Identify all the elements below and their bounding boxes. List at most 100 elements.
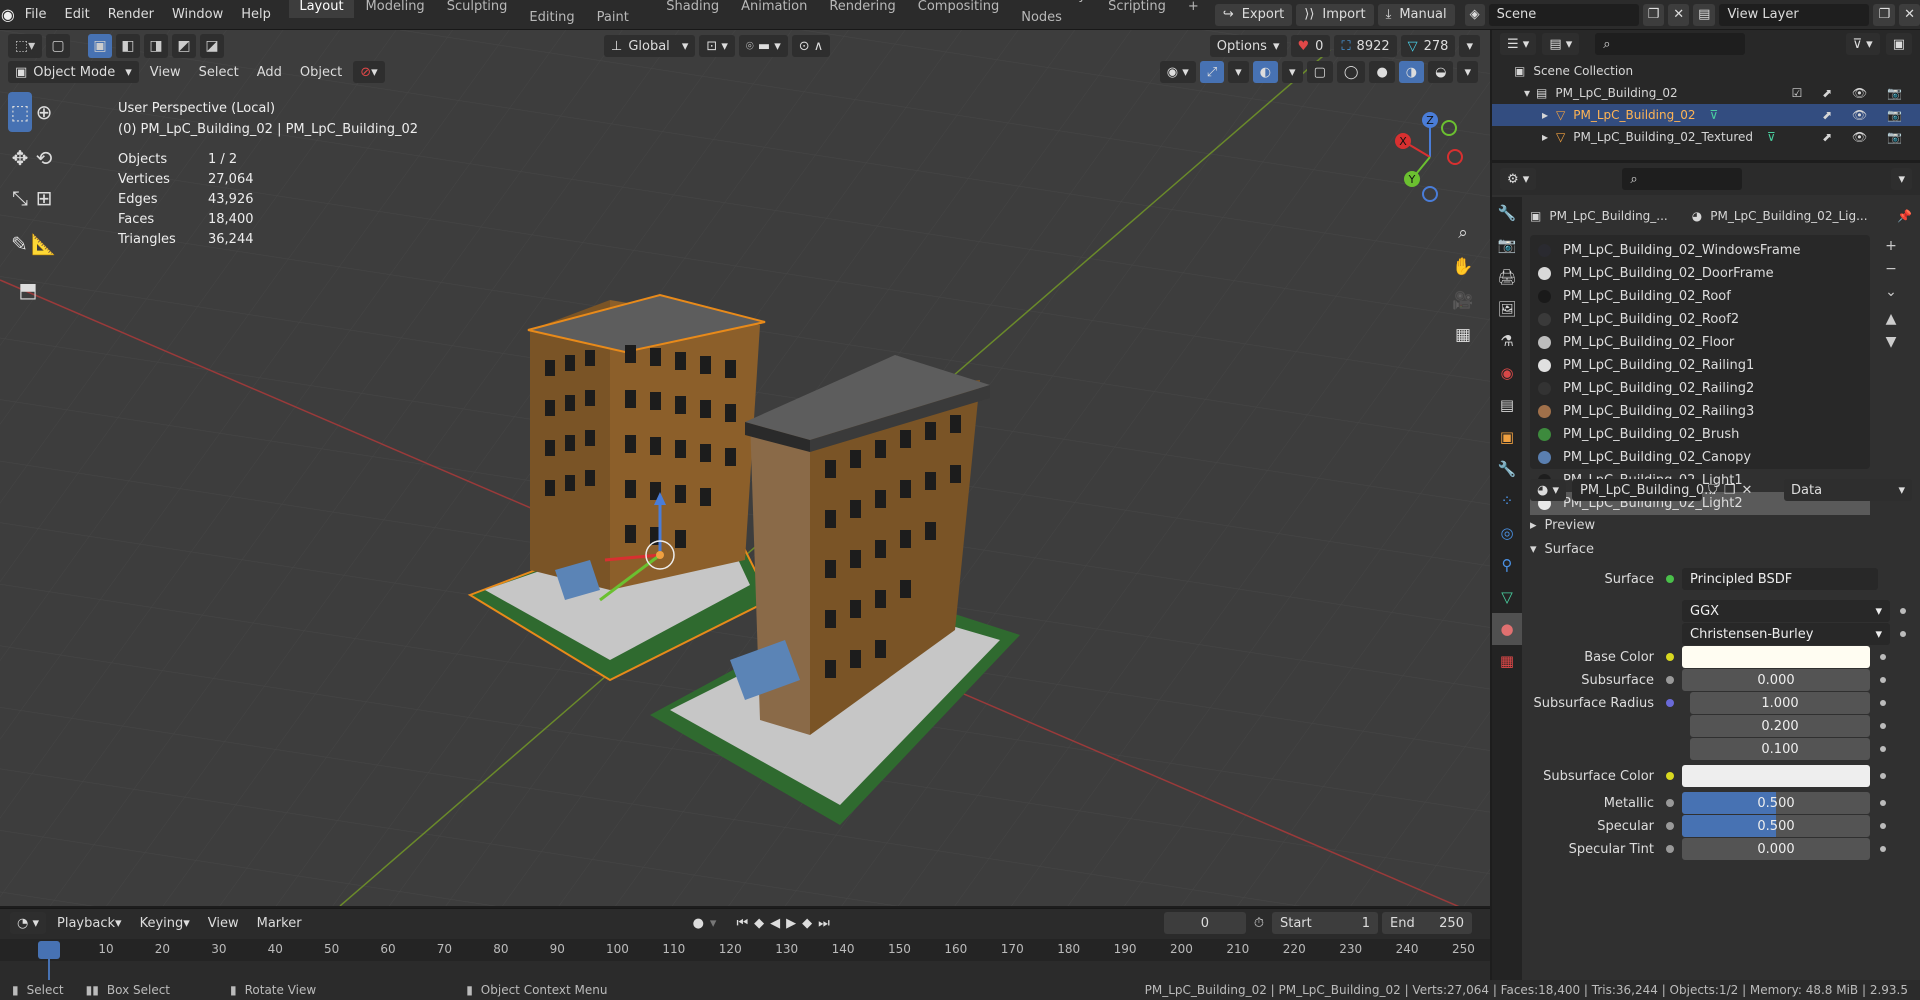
collection-toggles[interactable]: ☑ ⬈ 👁 📷 xyxy=(1792,86,1910,100)
menu-keying[interactable]: Keying ▾ xyxy=(133,912,197,934)
list-item[interactable]: PM_LpC_Building_02_DoorFrame xyxy=(1530,262,1870,285)
menu-view[interactable]: View xyxy=(143,61,188,83)
gizmo-neg-x[interactable] xyxy=(1447,149,1463,165)
object-tab-icon[interactable]: ▣ xyxy=(1492,421,1522,453)
new-collection-icon[interactable]: ▣ xyxy=(1885,33,1912,55)
start-frame-field[interactable]: Start 1 xyxy=(1271,912,1378,934)
texture-tab-icon[interactable]: ▦ xyxy=(1492,645,1522,677)
keyframe-dot-icon[interactable] xyxy=(1880,677,1886,683)
menu-edit[interactable]: Edit xyxy=(56,0,99,30)
tab-rendering[interactable]: Rendering xyxy=(819,0,905,18)
tab-modeling[interactable]: Modeling xyxy=(356,0,435,18)
view-layer-tab-icon[interactable]: 🖼 xyxy=(1492,293,1522,325)
shading-solid-icon[interactable]: ● xyxy=(1369,61,1395,83)
display-mode-icon[interactable]: ▤ ▾ xyxy=(1542,33,1580,55)
material-tab-icon[interactable]: ● xyxy=(1492,613,1522,645)
properties-editor-icon[interactable]: ⚙ ▾ xyxy=(1500,168,1537,190)
tree-row-object-selected[interactable]: ▸ ▽ PM_LpC_Building_02 ⊽ ⬈ 👁 📷 xyxy=(1492,104,1920,126)
physics-tab-icon[interactable]: ◎ xyxy=(1492,517,1522,549)
tab-scripting[interactable]: Scripting xyxy=(1098,0,1176,18)
subsurface-method-dropdown[interactable]: Christensen-Burley ▾ xyxy=(1682,623,1890,645)
play-icon[interactable]: ▶ xyxy=(786,916,796,931)
keyframe-dot-icon[interactable] xyxy=(1900,631,1906,637)
scene-browse-button[interactable]: ◈ xyxy=(1464,3,1485,26)
current-frame-field[interactable]: 0 xyxy=(1163,912,1246,934)
select-invert-icon[interactable]: ◩ xyxy=(172,34,196,58)
tab-compositing[interactable]: Compositing xyxy=(908,0,1010,18)
link-dropdown[interactable]: Data ▾ xyxy=(1784,479,1912,501)
view-layer-browse-button[interactable]: ▤ xyxy=(1693,3,1716,26)
slot-menu-icon[interactable]: ⌄ xyxy=(1874,281,1908,304)
addon-dropdown[interactable]: ▾ xyxy=(1459,35,1480,57)
pan-hand-icon[interactable]: ✋ xyxy=(1448,250,1478,284)
add-slot-icon[interactable]: + xyxy=(1874,235,1908,258)
browse-material-icon[interactable]: ◕ ▾ xyxy=(1530,479,1567,501)
overlay-dropdown[interactable]: ▾ xyxy=(1282,61,1303,83)
cursor-tool-icon[interactable]: ⊕ xyxy=(32,92,56,132)
next-keyframe-icon[interactable]: ◆ xyxy=(802,916,812,931)
output-tab-icon[interactable]: 🖨 xyxy=(1492,261,1522,293)
add-cube-tool-icon[interactable]: ⬒ xyxy=(8,270,48,310)
overlay-toggle[interactable]: ◐ xyxy=(1252,61,1279,83)
export-button[interactable]: ↪ Export xyxy=(1214,3,1293,26)
keyframe-dot-icon[interactable] xyxy=(1880,800,1886,806)
gizmo-neg-y[interactable] xyxy=(1441,120,1457,136)
object-toggles[interactable]: ⬈ 👁 📷 xyxy=(1822,130,1910,144)
shading-wireframe-icon[interactable]: ◯ xyxy=(1336,61,1366,83)
transform-tool-icon[interactable]: ⊞ xyxy=(32,178,56,218)
shading-dropdown[interactable]: ▾ xyxy=(1457,61,1478,83)
pin-icon[interactable]: 📌 xyxy=(1897,209,1912,223)
move-down-icon[interactable]: ▼ xyxy=(1874,331,1908,354)
radius-y-field[interactable]: 0.200 xyxy=(1690,715,1870,737)
keyframe-dot-icon[interactable] xyxy=(1880,700,1886,706)
unlink-material-icon[interactable]: ✕ xyxy=(1741,483,1752,498)
specular-slider[interactable]: 0.500 xyxy=(1682,815,1870,837)
jump-start-icon[interactable]: ⏮ xyxy=(736,916,748,931)
particles-tab-icon[interactable]: ⁘ xyxy=(1492,485,1522,517)
blender-logo-icon[interactable]: ◉ xyxy=(0,5,16,24)
jump-end-icon[interactable]: ⏭ xyxy=(818,916,830,931)
object-toggles[interactable]: ⬈ 👁 📷 xyxy=(1822,108,1910,122)
keyframe-dot-icon[interactable] xyxy=(1880,846,1886,852)
list-item[interactable]: PM_LpC_Building_02_Floor xyxy=(1530,331,1870,354)
mode-dropdown[interactable]: ▣ Object Mode ▾ xyxy=(8,61,139,83)
tab-animation[interactable]: Animation xyxy=(731,0,817,18)
menu-help[interactable]: Help xyxy=(232,0,280,30)
tree-row-object[interactable]: ▸ ▽ PM_LpC_Building_02_Textured ⊽ ⬈ 👁 📷 xyxy=(1492,126,1920,148)
frame-ruler[interactable]: 0102030405060708090100110120130140150160… xyxy=(0,939,1490,961)
tab-uv-editing[interactable]: UV Editing xyxy=(519,0,584,29)
list-item[interactable]: PM_LpC_Building_02_Railing2 xyxy=(1530,377,1870,400)
measure-tool-icon[interactable]: 📐 xyxy=(31,224,56,264)
move-tool-icon[interactable]: ✥ xyxy=(8,138,32,178)
record-icon[interactable]: ● xyxy=(693,916,704,931)
transform-orientation-dropdown[interactable]: ⊥ Global ▾ xyxy=(604,35,696,57)
preview-panel-header[interactable]: ▸ Preview xyxy=(1530,513,1595,537)
playhead[interactable] xyxy=(38,941,60,959)
select-intersect-icon[interactable]: ◪ xyxy=(200,34,224,58)
camera-icon[interactable]: 🎥 xyxy=(1448,284,1478,318)
menu-add[interactable]: Add xyxy=(250,61,289,83)
menu-timeline-view[interactable]: View xyxy=(201,912,246,934)
end-frame-field[interactable]: End 250 xyxy=(1381,912,1472,934)
filter-icon[interactable]: ⊽ ▾ xyxy=(1845,33,1880,55)
snap-toggle[interactable]: ⌾ ▬ ▾ xyxy=(738,35,788,57)
menu-playback[interactable]: Playback ▾ xyxy=(50,912,129,934)
options-dropdown[interactable]: Options ▾ xyxy=(1209,35,1287,57)
duplicate-material-icon[interactable]: ❐ xyxy=(1724,483,1736,498)
constraints-tab-icon[interactable]: ⚲ xyxy=(1492,549,1522,581)
tree-row-scene-collection[interactable]: ▣ Scene Collection xyxy=(1492,60,1920,82)
tab-sculpting[interactable]: Sculpting xyxy=(437,0,518,18)
view-layer-field[interactable]: View Layer xyxy=(1719,3,1870,26)
gizmo-toggle[interactable]: ⤢ xyxy=(1199,61,1225,83)
gizmo-dropdown[interactable]: ▾ xyxy=(1228,61,1249,83)
outliner-editor-icon[interactable]: ☰ ▾ xyxy=(1500,33,1537,55)
expand-arrow-icon[interactable]: ▸ xyxy=(1542,130,1548,144)
visibility-dropdown[interactable]: ◉ ▾ xyxy=(1159,61,1196,83)
world-tab-icon[interactable]: ◉ xyxy=(1492,357,1522,389)
collection-tab-icon[interactable]: ▤ xyxy=(1492,389,1522,421)
menu-select[interactable]: Select xyxy=(192,61,246,83)
keyframe-dot-icon[interactable] xyxy=(1880,823,1886,829)
list-item[interactable]: PM_LpC_Building_02_Roof2 xyxy=(1530,308,1870,331)
tool-tab-icon[interactable]: 🔧 xyxy=(1492,197,1522,229)
radius-x-field[interactable]: 1.000 xyxy=(1690,692,1870,714)
